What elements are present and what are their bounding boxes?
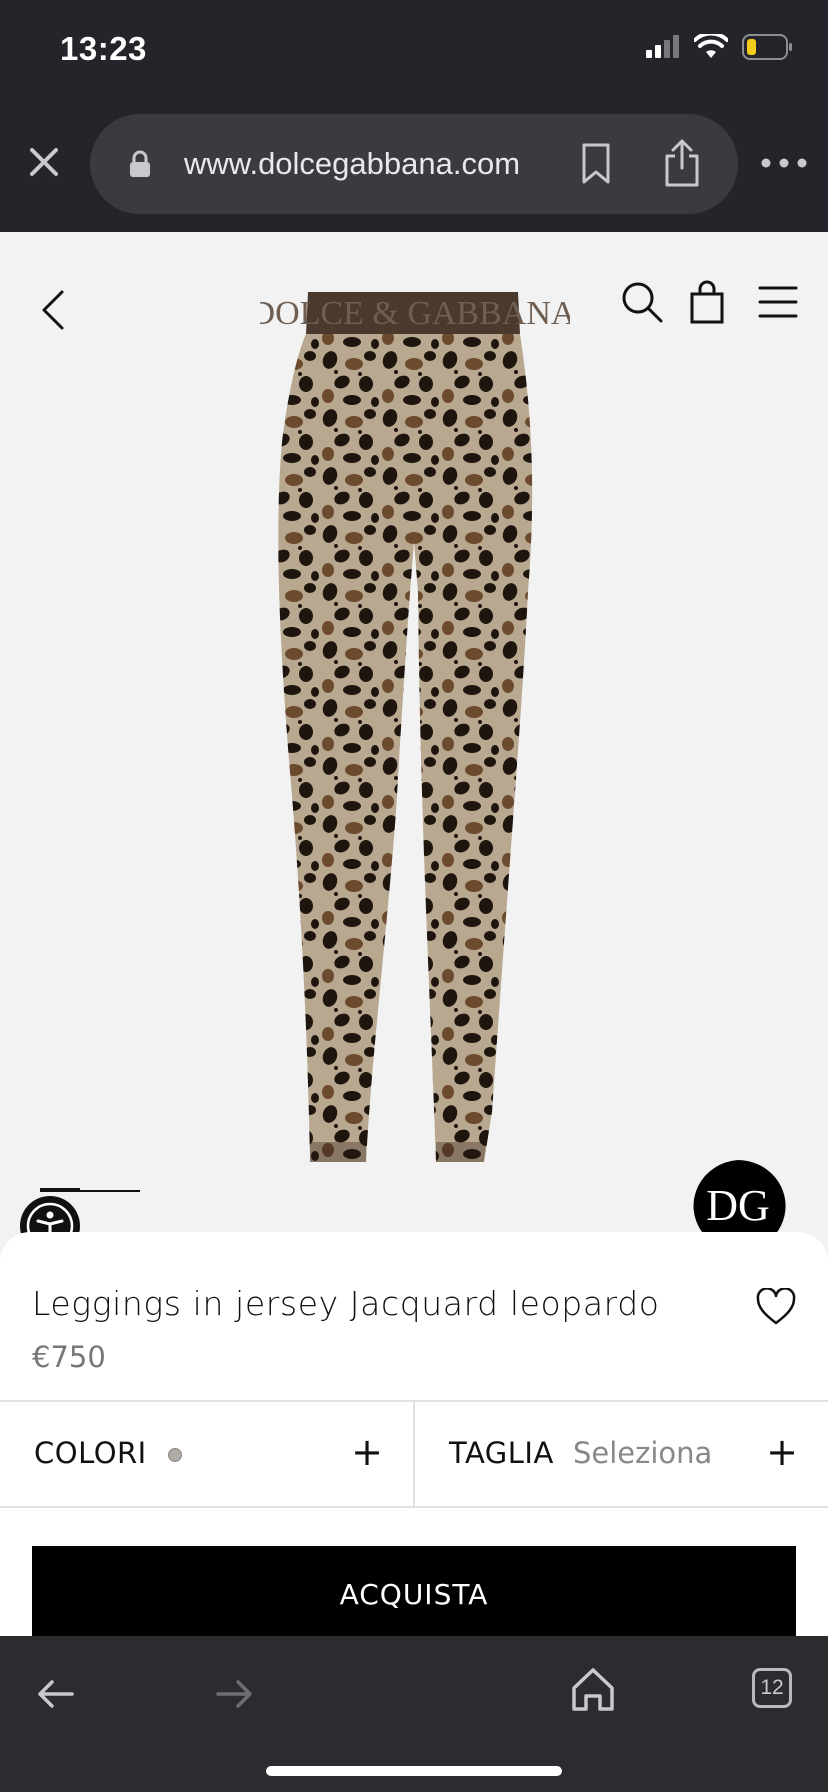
product-title: Leggings in jersey Jacquard leopardo bbox=[32, 1284, 660, 1323]
size-expand-icon[interactable]: + bbox=[766, 1430, 798, 1474]
color-swatch[interactable] bbox=[168, 1448, 182, 1462]
url-text[interactable]: www.dolcegabbana.com bbox=[184, 146, 520, 182]
size-selector[interactable]: TAGLIA Seleziona + bbox=[413, 1402, 828, 1506]
waistband-logo: DOLCE & GABBANA bbox=[260, 295, 570, 332]
battery-icon bbox=[742, 34, 792, 60]
status-time: 13:23 bbox=[60, 30, 147, 67]
search-icon[interactable] bbox=[620, 280, 664, 324]
bag-icon[interactable] bbox=[688, 280, 726, 324]
address-bar[interactable]: www.dolcegabbana.com bbox=[90, 114, 738, 214]
back-icon[interactable] bbox=[36, 288, 72, 332]
menu-icon[interactable] bbox=[758, 284, 798, 320]
product-gallery[interactable]: DOLCE & GABBANA bbox=[0, 232, 828, 1232]
arrow-right-icon[interactable] bbox=[214, 1676, 254, 1712]
tabs-icon[interactable]: 12 bbox=[752, 1668, 792, 1708]
signal-icon bbox=[646, 35, 679, 58]
status-icons bbox=[644, 34, 794, 60]
share-icon[interactable] bbox=[662, 138, 702, 188]
dg-chat-text: DG bbox=[706, 1181, 770, 1230]
product-info-sheet: Leggings in jersey Jacquard leopardo €75… bbox=[0, 1232, 828, 1642]
size-value[interactable]: Seleziona bbox=[573, 1436, 712, 1470]
product-options: COLORI + TAGLIA Seleziona + bbox=[0, 1400, 828, 1508]
heart-icon[interactable] bbox=[756, 1288, 796, 1326]
wifi-icon bbox=[694, 34, 728, 58]
gallery-pager-active bbox=[40, 1188, 80, 1192]
colors-label: COLORI bbox=[34, 1436, 147, 1470]
product-image: DOLCE & GABBANA bbox=[260, 292, 570, 1162]
home-indicator bbox=[266, 1766, 562, 1776]
size-label: TAGLIA bbox=[449, 1436, 554, 1470]
colors-expand-icon[interactable]: + bbox=[351, 1430, 383, 1474]
status-bar: 13:23 bbox=[0, 0, 828, 100]
bookmark-icon[interactable] bbox=[578, 142, 614, 186]
product-price: €750 bbox=[32, 1340, 106, 1374]
arrow-left-icon[interactable] bbox=[36, 1676, 76, 1712]
browser-toolbar: www.dolcegabbana.com bbox=[0, 100, 828, 232]
lock-icon bbox=[130, 150, 150, 177]
browser-bottom-bar: 12 bbox=[0, 1636, 828, 1792]
colors-selector[interactable]: COLORI + bbox=[0, 1402, 413, 1506]
close-icon[interactable] bbox=[22, 140, 66, 184]
more-icon[interactable] bbox=[760, 154, 808, 172]
home-icon[interactable] bbox=[570, 1666, 616, 1712]
buy-button[interactable]: ACQUISTA bbox=[32, 1546, 796, 1642]
